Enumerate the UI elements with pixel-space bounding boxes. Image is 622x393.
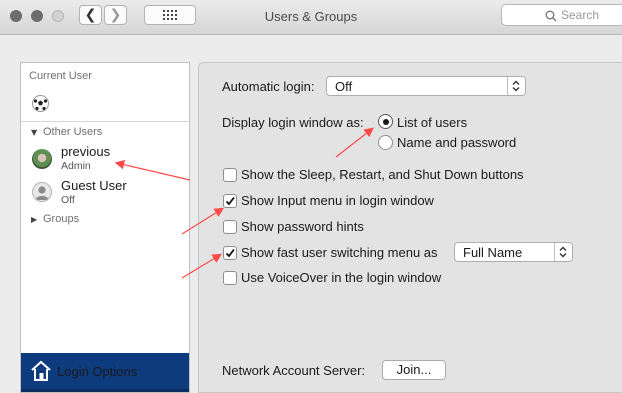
divider <box>21 121 189 122</box>
other-users-heading: Other Users <box>43 126 103 138</box>
disclosure-closed-icon[interactable]: ▶ <box>31 215 37 224</box>
voiceover-label[interactable]: Use VoiceOver in the login window <box>241 270 441 285</box>
automatic-login-value: Off <box>335 79 353 94</box>
groups-heading[interactable]: Groups <box>43 213 79 225</box>
show-input-menu-checkbox[interactable] <box>223 194 237 208</box>
user-name-guest[interactable]: Guest User <box>61 178 127 193</box>
login-options-item[interactable]: Login Options <box>21 353 189 392</box>
search-icon <box>545 10 557 22</box>
fast-user-switching-checkbox[interactable] <box>223 246 237 260</box>
popup-arrows-icon <box>507 77 525 95</box>
current-user-avatar[interactable] <box>32 95 49 112</box>
name-and-password-label[interactable]: Name and password <box>397 135 516 150</box>
voiceover-checkbox[interactable] <box>223 271 237 285</box>
divider <box>21 389 189 392</box>
fast-user-switching-select[interactable]: Full Name <box>454 242 573 262</box>
house-icon <box>31 360 51 381</box>
title-bar: ❮ ❯ Users & Groups Search <box>0 0 622 35</box>
previous-user-avatar <box>32 149 52 169</box>
display-login-label: Display login window as: <box>222 115 364 130</box>
user-name-previous[interactable]: previous <box>61 144 110 159</box>
popup-arrows-icon <box>554 243 572 261</box>
person-silhouette-icon <box>35 186 49 200</box>
show-sleep-restart-label[interactable]: Show the Sleep, Restart, and Shut Down b… <box>241 167 524 182</box>
search-placeholder: Search <box>561 8 600 22</box>
show-input-menu-label[interactable]: Show Input menu in login window <box>241 193 434 208</box>
search-input[interactable]: Search <box>501 4 622 26</box>
disclosure-open-icon[interactable]: ▼ <box>31 128 37 137</box>
automatic-login-label: Automatic login: <box>222 79 315 94</box>
user-role-previous: Admin <box>61 160 91 172</box>
guest-user-avatar <box>32 182 52 202</box>
fast-user-switching-value: Full Name <box>463 245 523 260</box>
user-role-guest: Off <box>61 194 75 206</box>
name-and-password-radio[interactable] <box>378 135 393 150</box>
user-list-panel: Current User ▼ Other Users previous Admi… <box>20 62 190 393</box>
list-of-users-label[interactable]: List of users <box>397 115 467 130</box>
show-password-hints-checkbox[interactable] <box>223 220 237 234</box>
show-sleep-restart-checkbox[interactable] <box>223 168 237 182</box>
checkmark-icon <box>225 248 235 258</box>
join-button[interactable]: Join... <box>382 360 446 380</box>
checkmark-icon <box>225 196 235 206</box>
soccer-ball-icon <box>33 96 48 111</box>
list-of-users-radio[interactable] <box>378 114 393 129</box>
automatic-login-select[interactable]: Off <box>326 76 526 96</box>
network-server-label: Network Account Server: <box>222 363 366 378</box>
show-password-hints-label[interactable]: Show password hints <box>241 219 364 234</box>
current-user-heading: Current User <box>29 70 92 82</box>
fast-user-switching-label[interactable]: Show fast user switching menu as <box>241 245 438 260</box>
login-options-label: Login Options <box>57 364 138 379</box>
